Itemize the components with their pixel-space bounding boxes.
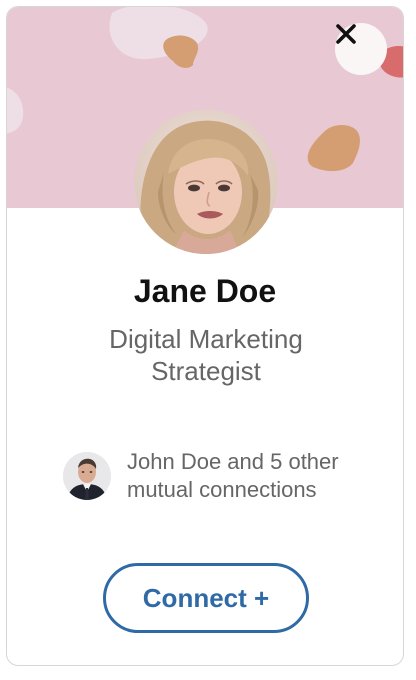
close-button[interactable] xyxy=(335,23,387,75)
profile-photo xyxy=(134,110,278,254)
profile-name: Jane Doe xyxy=(133,273,277,309)
profile-avatar xyxy=(134,110,278,254)
profile-card: Jane Doe Digital Marketing Strategist Jo… xyxy=(6,6,404,666)
mutual-photo xyxy=(63,452,111,500)
connect-button[interactable]: Connect + xyxy=(103,563,309,633)
mutual-connections[interactable]: John Doe and 5 other mutual connections xyxy=(63,448,363,504)
profile-title: Digital Marketing Strategist xyxy=(109,324,303,386)
close-icon xyxy=(336,24,356,44)
mutual-avatar xyxy=(63,452,111,500)
mutual-connections-text: John Doe and 5 other mutual connections xyxy=(127,449,339,502)
